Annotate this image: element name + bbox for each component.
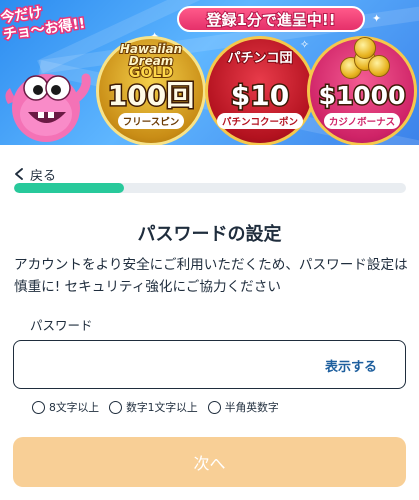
requirement-alphanumeric: 半角英数字 [207,399,279,415]
pink-mascot-icon [5,73,91,142]
pachinko-logo: パチンコ団 [226,51,293,66]
requirement-circle-icon [207,400,221,414]
requirement-circle-icon [109,400,123,414]
promo-banner[interactable]: ✦ ✦ ✧ 今だけ チョ〜お得!! 登録1分で進呈中!! Hawaiian Dr… [0,0,419,145]
password-input[interactable] [26,349,316,379]
casino-bonus-value: $1000 [317,80,407,112]
requirement-digit-text: 数字1文字以上 [126,401,198,414]
registration-ribbon-text: 登録1分で進呈中!! [205,10,336,30]
signup-progress-bar [14,183,406,193]
progress-fill [14,183,124,193]
pachinko-coupon-medal: パチンコ団 $10 パチンコクーポン [205,36,315,145]
password-requirements: 8文字以上 数字1文字以上 半角英数字 [32,399,289,415]
sparkle-icon: ✦ [372,12,382,25]
next-button[interactable]: 次へ [13,437,406,487]
show-password-button[interactable]: 表示する [325,356,377,375]
chevron-left-icon [15,168,23,180]
back-button[interactable]: 戻る [14,165,57,184]
coin-stack-icon [340,37,390,81]
free-spin-medal: Hawaiian Dream GOLD 100回 フリースピン [96,36,206,145]
back-label: 戻る [30,168,57,184]
pachinko-coupon-value: $10 [229,79,290,112]
requirement-digit: 数字1文字以上 [109,399,198,415]
page-title: パスワードの設定 [137,224,282,245]
sparkle-icon: ✧ [300,38,310,51]
password-field-wrapper: 表示する [13,340,406,389]
page-description: アカウントをより安全にご利用いただくため、パスワード設定は慎重に! セキュリティ… [14,257,408,295]
requirement-length-text: 8文字以上 [49,401,100,414]
free-spin-label: フリースピン [117,113,185,129]
casino-bonus-medal: $1000 カジノボーナス [307,36,417,145]
casino-bonus-label: カジノボーナス [323,113,401,129]
registration-ribbon: 登録1分で進呈中!! [177,6,365,32]
free-spin-value: 100回 [106,79,195,112]
pachinko-coupon-label: パチンコクーポン [216,113,303,129]
requirement-length: 8文字以上 [32,399,99,415]
logo-gold-badge: GOLD [128,65,174,81]
password-label: パスワード [30,318,93,333]
hawaiian-dream-gold-logo: Hawaiian Dream GOLD [99,42,203,81]
requirement-alphanumeric-text: 半角英数字 [224,401,279,414]
requirement-circle-icon [32,400,45,414]
